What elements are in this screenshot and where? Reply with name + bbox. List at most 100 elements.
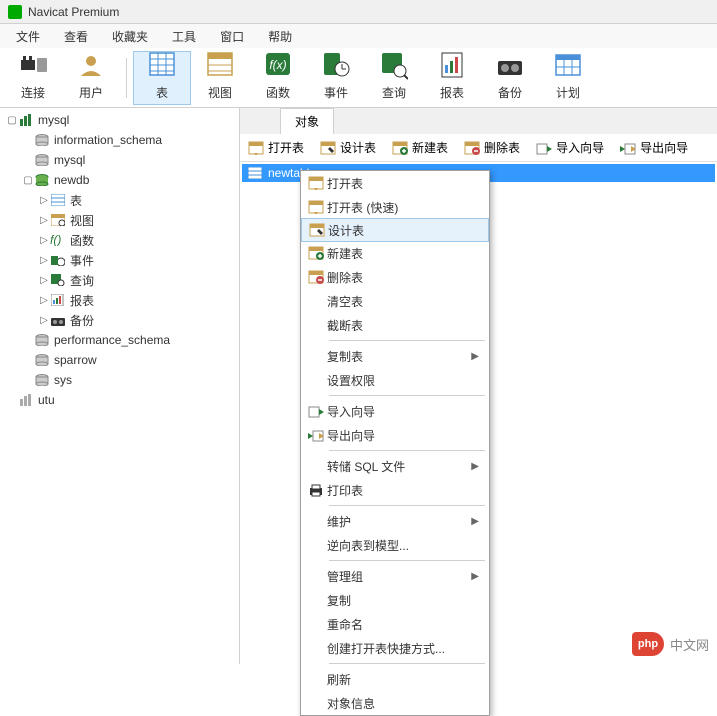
- subtoolbar-delete[interactable]: 删除表: [460, 137, 524, 158]
- ctx-item[interactable]: 重命名: [301, 612, 489, 636]
- sub-label: 设计表: [340, 139, 376, 156]
- tree-item[interactable]: ▷f()函数: [0, 230, 239, 250]
- tree-label: sys: [54, 373, 72, 387]
- ctx-label: 导入向导: [327, 403, 479, 420]
- ctx-item[interactable]: 刷新: [301, 667, 489, 691]
- subtoolbar-export[interactable]: 导出向导: [616, 137, 692, 158]
- toolbar-btn-view[interactable]: 视图: [191, 51, 249, 105]
- tree-item[interactable]: utu: [0, 390, 239, 410]
- ctx-label: 对象信息: [327, 695, 479, 712]
- toolbar-btn-report[interactable]: 报表: [423, 51, 481, 105]
- menu-3[interactable]: 工具: [162, 26, 206, 47]
- ctx-item[interactable]: 打开表: [301, 171, 489, 195]
- toolbar-btn-table[interactable]: 表: [133, 51, 191, 105]
- subtoolbar-design[interactable]: 设计表: [316, 137, 380, 158]
- ctx-item[interactable]: 删除表: [301, 265, 489, 289]
- toolbar-btn-user[interactable]: 用户: [62, 51, 120, 105]
- ctx-label: 打印表: [327, 482, 479, 499]
- ctx-label: 截断表: [327, 317, 479, 334]
- ctx-item[interactable]: 设置权限: [301, 368, 489, 392]
- tree-item[interactable]: sys: [0, 370, 239, 390]
- menu-1[interactable]: 查看: [54, 26, 98, 47]
- menu-bar: 文件查看收藏夹工具窗口帮助: [0, 24, 717, 48]
- tree-label: information_schema: [54, 133, 162, 147]
- expand-icon[interactable]: ▷: [38, 235, 50, 246]
- schema-open-icon: [34, 173, 50, 187]
- ctx-item[interactable]: 截断表: [301, 313, 489, 337]
- toolbar-label: 计划: [556, 84, 580, 101]
- tab-objects[interactable]: 对象: [280, 108, 334, 134]
- ctx-label: 设计表: [328, 222, 478, 239]
- subtoolbar-new[interactable]: 新建表: [388, 137, 452, 158]
- expand-icon[interactable]: ▷: [38, 295, 50, 306]
- expand-icon[interactable]: ▷: [38, 315, 50, 326]
- ctx-item[interactable]: 导入向导: [301, 399, 489, 423]
- separator: [329, 560, 485, 561]
- ctx-item[interactable]: 设计表: [301, 218, 489, 242]
- tree-item[interactable]: ▷查询: [0, 270, 239, 290]
- expand-icon[interactable]: ▢: [6, 115, 18, 126]
- toolbar-btn-clock[interactable]: 事件: [307, 51, 365, 105]
- tree-item[interactable]: ▷视图: [0, 210, 239, 230]
- toolbar-btn-plug[interactable]: 连接: [4, 51, 62, 105]
- tree-label: 事件: [70, 252, 94, 269]
- tree-item[interactable]: ▢ newdb: [0, 170, 239, 190]
- separator: [329, 340, 485, 341]
- window-title: Navicat Premium: [28, 5, 119, 19]
- expand-icon[interactable]: ▷: [38, 255, 50, 266]
- ctx-item[interactable]: 创建打开表快捷方式...: [301, 636, 489, 660]
- toolbar-btn-fx[interactable]: f(x)函数: [249, 51, 307, 105]
- export-icon: [620, 140, 636, 156]
- ctx-item[interactable]: 转储 SQL 文件▶: [301, 454, 489, 478]
- import-icon: [305, 404, 327, 418]
- ctx-item[interactable]: 复制表▶: [301, 344, 489, 368]
- menu-0[interactable]: 文件: [6, 26, 50, 47]
- print-icon: [305, 483, 327, 497]
- expand-icon[interactable]: ▢: [22, 175, 34, 186]
- tree-item[interactable]: performance_schema: [0, 330, 239, 350]
- schema-icon: [34, 153, 50, 167]
- main-toolbar: 连接用户表视图f(x)函数事件查询报表备份计划: [0, 48, 717, 108]
- ctx-item[interactable]: 新建表: [301, 241, 489, 265]
- ctx-item[interactable]: 清空表: [301, 289, 489, 313]
- export-icon: [305, 428, 327, 442]
- toolbar-btn-backup[interactable]: 备份: [481, 51, 539, 105]
- ctx-item[interactable]: 复制: [301, 588, 489, 612]
- tree-item[interactable]: ▷ 事件: [0, 250, 239, 270]
- tree-item[interactable]: ▷表: [0, 190, 239, 210]
- tree-item[interactable]: mysql: [0, 150, 239, 170]
- ctx-item[interactable]: 维护▶: [301, 509, 489, 533]
- ctx-item[interactable]: 逆向表到模型...: [301, 533, 489, 557]
- submenu-arrow-icon: ▶: [471, 516, 479, 527]
- design-icon: [306, 223, 328, 237]
- sub-label: 打开表: [268, 139, 304, 156]
- tree-item[interactable]: ▷备份: [0, 310, 239, 330]
- php-badge-icon: php: [632, 632, 664, 656]
- tree-label: newdb: [54, 173, 89, 187]
- ctx-item[interactable]: 打印表: [301, 478, 489, 502]
- subtoolbar-import[interactable]: 导入向导: [532, 137, 608, 158]
- tree-item[interactable]: information_schema: [0, 130, 239, 150]
- tab-bar: 对象: [240, 108, 717, 134]
- menu-5[interactable]: 帮助: [258, 26, 302, 47]
- menu-2[interactable]: 收藏夹: [102, 26, 158, 47]
- menu-4[interactable]: 窗口: [210, 26, 254, 47]
- toolbar-btn-schedule[interactable]: 计划: [539, 51, 597, 105]
- subtoolbar-open[interactable]: 打开表: [244, 137, 308, 158]
- tree-item[interactable]: ▢mysql: [0, 110, 239, 130]
- schema-icon: [34, 373, 50, 387]
- tree-item[interactable]: ▷报表: [0, 290, 239, 310]
- expand-icon[interactable]: ▷: [38, 215, 50, 226]
- ctx-item[interactable]: 管理组▶: [301, 564, 489, 588]
- expand-icon[interactable]: ▷: [38, 275, 50, 286]
- ctx-label: 新建表: [327, 245, 479, 262]
- toolbar-label: 报表: [440, 84, 464, 101]
- ctx-item[interactable]: 对象信息: [301, 691, 489, 715]
- tree-item[interactable]: sparrow: [0, 350, 239, 370]
- connection-tree[interactable]: ▢mysql information_schemamysql ▢ newdb ▷表▷视图…: [0, 108, 240, 664]
- expand-icon[interactable]: ▷: [38, 195, 50, 206]
- ctx-item[interactable]: 导出向导: [301, 423, 489, 447]
- toolbar-btn-query[interactable]: 查询: [365, 51, 423, 105]
- ctx-item[interactable]: 打开表 (快速): [301, 195, 489, 219]
- toolbar-label: 函数: [266, 84, 290, 101]
